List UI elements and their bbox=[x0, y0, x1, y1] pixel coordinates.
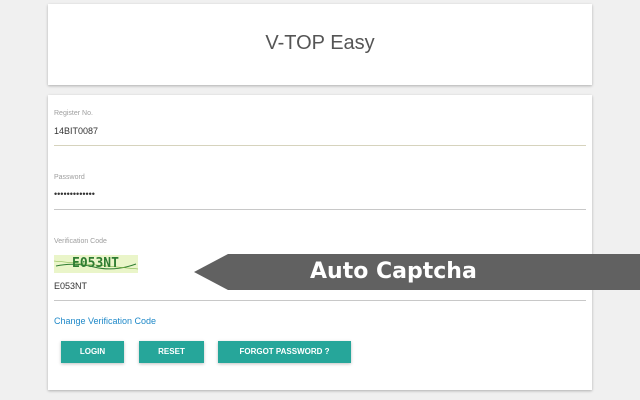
verification-label: Verification Code bbox=[54, 238, 107, 245]
page-title: V-TOP Easy bbox=[265, 32, 375, 54]
captcha-image: E053NT bbox=[54, 255, 138, 273]
verification-underline bbox=[54, 300, 586, 301]
login-button[interactable]: LOGIN bbox=[61, 341, 124, 363]
reset-button[interactable]: RESET bbox=[139, 341, 204, 363]
login-form-card: Register No. 14BIT0087 Password ••••••••… bbox=[48, 95, 592, 390]
register-label: Register No. bbox=[54, 110, 93, 117]
password-underline bbox=[54, 209, 586, 210]
verification-input[interactable]: E053NT bbox=[54, 281, 87, 291]
banner-text: Auto Captcha bbox=[310, 259, 477, 284]
forgot-password-button[interactable]: FORGOT PASSWORD ? bbox=[218, 341, 351, 363]
auto-captcha-banner: Auto Captcha bbox=[194, 254, 640, 290]
password-input[interactable]: ••••••••••••• bbox=[54, 189, 95, 199]
change-verification-link[interactable]: Change Verification Code bbox=[54, 316, 156, 326]
password-label: Password bbox=[54, 174, 85, 181]
register-input[interactable]: 14BIT0087 bbox=[54, 126, 98, 136]
register-underline bbox=[54, 145, 586, 146]
captcha-text: E053NT bbox=[72, 256, 119, 271]
header-card: V-TOP Easy bbox=[48, 4, 592, 85]
